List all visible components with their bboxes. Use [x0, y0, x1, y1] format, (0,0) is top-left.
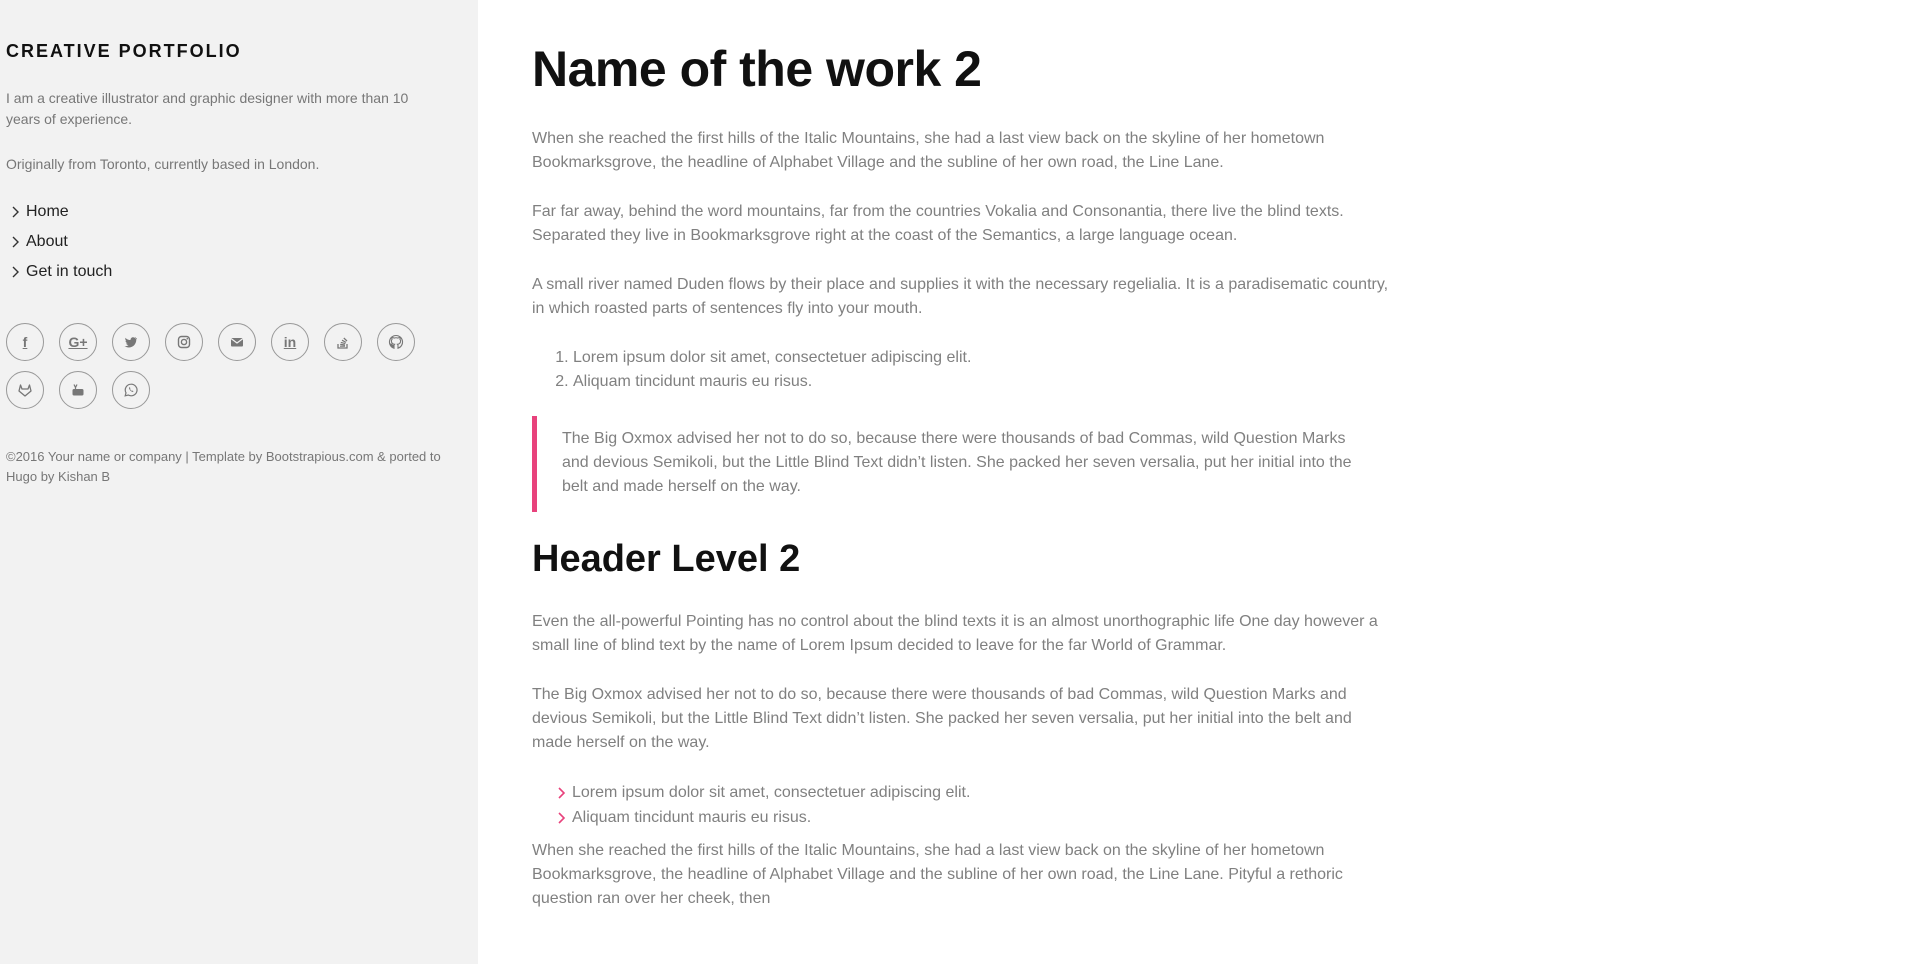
location-text: Originally from Toronto, currently based… — [6, 156, 320, 172]
facebook-icon: f — [22, 334, 28, 350]
paragraph: The Big Oxmox advised her not to do so, … — [532, 686, 1352, 751]
list-item: Lorem ipsum dolor sit amet, consectetuer… — [556, 780, 1392, 805]
list-item: Aliquam tincidunt mauris eu risus. — [573, 370, 1392, 394]
chevron-right-icon — [12, 266, 19, 278]
whatsapp-button[interactable] — [112, 371, 150, 409]
instagram-icon — [177, 335, 191, 349]
main-nav: Home About Get in touch — [6, 197, 472, 287]
twitter-icon — [124, 337, 137, 348]
ordered-list: Lorem ipsum dolor sit amet, consectetuer… — [532, 346, 1392, 394]
copyright-text: ©2016 Your name or company | Template by… — [6, 449, 441, 484]
youtube-button[interactable] — [59, 371, 97, 409]
linkedin-icon: in — [283, 334, 297, 350]
instagram-button[interactable] — [165, 323, 203, 361]
chevron-right-icon — [558, 811, 566, 824]
email-icon — [230, 338, 244, 347]
blockquote-text: The Big Oxmox advised her not to do so, … — [562, 430, 1352, 495]
linkedin-button[interactable]: in — [271, 323, 309, 361]
nav-link-home[interactable]: Home — [26, 203, 69, 221]
paragraph: When she reached the first hills of the … — [532, 130, 1325, 171]
chevron-right-icon — [12, 206, 19, 218]
twitter-button[interactable] — [112, 323, 150, 361]
paragraph: Even the all-powerful Pointing has no co… — [532, 613, 1378, 654]
unordered-list: Lorem ipsum dolor sit amet, consectetuer… — [532, 780, 1392, 830]
youtube-icon — [72, 384, 84, 396]
social-links: f G+ in — [6, 323, 446, 419]
whatsapp-icon — [124, 383, 138, 397]
intro-text: I am a creative illustrator and graphic … — [6, 90, 409, 127]
email-button[interactable] — [218, 323, 256, 361]
list-item: Aliquam tincidunt mauris eu risus. — [556, 805, 1392, 830]
google-plus-button[interactable]: G+ — [59, 323, 97, 361]
google-plus-icon: G+ — [68, 334, 88, 350]
list-item-text: Aliquam tincidunt mauris eu risus. — [572, 809, 812, 826]
chevron-right-icon — [558, 786, 566, 799]
stack-overflow-button[interactable] — [324, 323, 362, 361]
facebook-button[interactable]: f — [6, 323, 44, 361]
list-item: Lorem ipsum dolor sit amet, consectetuer… — [573, 346, 1392, 370]
list-item-text: Lorem ipsum dolor sit amet, consectetuer… — [572, 784, 971, 801]
nav-item-home[interactable]: Home — [6, 197, 472, 227]
chevron-right-icon — [12, 236, 19, 248]
main-content: Name of the work 2 When she reached the … — [532, 0, 1392, 911]
nav-item-get-in-touch[interactable]: Get in touch — [6, 257, 472, 287]
github-button[interactable] — [377, 323, 415, 361]
gitlab-button[interactable] — [6, 371, 44, 409]
paragraph: A small river named Duden flows by their… — [532, 276, 1389, 317]
gitlab-icon — [18, 384, 32, 397]
stack-overflow-icon — [337, 337, 348, 349]
brand-title[interactable]: CREATIVE PORTFOLIO — [6, 40, 472, 62]
sidebar: CREATIVE PORTFOLIO I am a creative illus… — [0, 0, 478, 964]
nav-link-get-in-touch[interactable]: Get in touch — [26, 263, 112, 281]
page-title: Name of the work 2 — [532, 41, 982, 97]
nav-link-about[interactable]: About — [26, 233, 68, 251]
nav-item-about[interactable]: About — [6, 227, 472, 257]
paragraph: When she reached the first hills of the … — [532, 842, 1343, 907]
paragraph: Far far away, behind the word mountains,… — [532, 203, 1344, 244]
github-icon — [388, 334, 404, 349]
section-heading: Header Level 2 — [532, 538, 801, 580]
blockquote: The Big Oxmox advised her not to do so, … — [532, 416, 1372, 512]
